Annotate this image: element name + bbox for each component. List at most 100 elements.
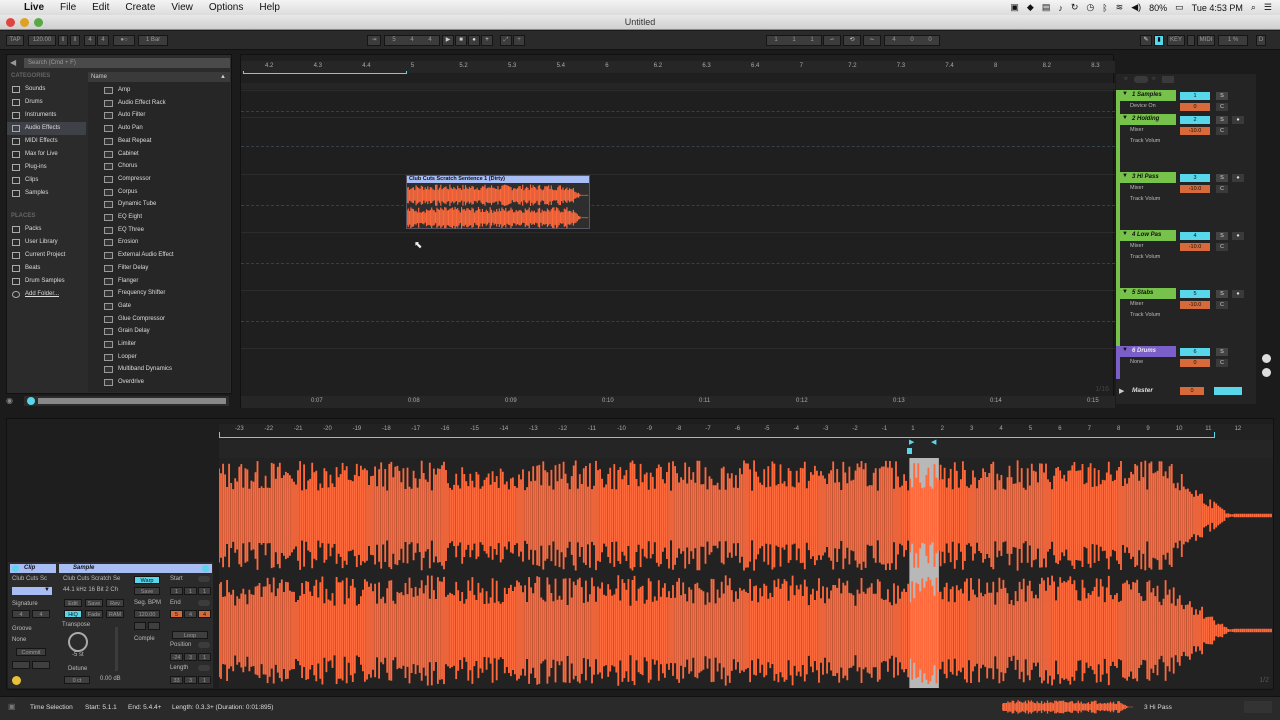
start-sixteenth[interactable]: 1 xyxy=(198,587,211,595)
track-fold-icon[interactable]: ▼ xyxy=(1122,289,1128,295)
device-item-eq-three[interactable]: EQ Three xyxy=(96,224,226,237)
device-item-dynamic-tube[interactable]: Dynamic Tube xyxy=(96,198,226,211)
list-icon[interactable]: ☰ xyxy=(1264,2,1272,13)
place-beats[interactable]: Beats xyxy=(7,262,86,275)
device-item-glue-compressor[interactable]: Glue Compressor xyxy=(96,313,226,326)
device-chooser[interactable]: Mixer xyxy=(1120,183,1176,194)
crossfade-button[interactable]: C xyxy=(1216,359,1228,367)
solo-button[interactable]: S xyxy=(1216,290,1228,298)
commit-button[interactable]: Commit xyxy=(16,648,46,656)
track-volume[interactable]: -10.0 xyxy=(1180,301,1210,309)
edit-button[interactable]: Edit xyxy=(64,599,82,607)
sample-section-header[interactable]: Sample xyxy=(59,564,212,573)
device-item-amp[interactable]: Amp xyxy=(96,84,226,97)
clip-nudge-right[interactable] xyxy=(32,661,50,669)
master-expand-icon[interactable]: ▶ xyxy=(1119,387,1124,395)
device-item-gate[interactable]: Gate xyxy=(96,300,226,313)
device-item-corpus[interactable]: Corpus xyxy=(96,186,226,199)
track-volume[interactable]: 0 xyxy=(1180,359,1210,367)
track-activator[interactable]: 3 xyxy=(1180,174,1210,182)
warp-mode-select[interactable]: Comple xyxy=(134,636,155,642)
sync-icon[interactable]: ↻ xyxy=(1071,2,1079,13)
quantization-select[interactable]: 1 Bar xyxy=(138,35,168,46)
reenable-automation-icon[interactable]: + xyxy=(513,35,525,46)
sample-info-icon[interactable] xyxy=(202,565,209,572)
device-chooser[interactable]: None xyxy=(1120,357,1176,368)
time-ruler[interactable]: 0:07 0:08 0:09 0:10 0:11 0:12 0:13 0:14 0:15 xyxy=(241,396,1115,408)
clip-nudge-left[interactable] xyxy=(12,661,30,669)
length-bar[interactable]: 33 xyxy=(170,676,183,684)
browser-search-input[interactable]: Search (Cmd + F) xyxy=(24,58,230,68)
name-column-header[interactable]: Name ▲ xyxy=(88,72,230,82)
warp-marker-lane[interactable] xyxy=(219,440,1273,458)
device-chooser[interactable]: Mixer xyxy=(1120,299,1176,310)
master-volume[interactable]: 0 xyxy=(1180,387,1204,395)
place-drum-samples[interactable]: Drum Samples xyxy=(7,275,86,288)
device-item-external-audio-effect[interactable]: External Audio Effect xyxy=(96,249,226,262)
play-icon[interactable]: ▶ xyxy=(442,35,454,46)
clock[interactable]: Tue 4:53 PM xyxy=(1192,3,1243,13)
start-beat[interactable]: 1 xyxy=(184,587,197,595)
zoom-out-icon[interactable] xyxy=(1262,368,1271,377)
menu-help[interactable]: Help xyxy=(251,0,288,15)
double-tempo-button[interactable] xyxy=(148,622,160,630)
category-plug-ins[interactable]: Plug-ins xyxy=(7,161,86,174)
category-instruments[interactable]: Instruments xyxy=(7,109,86,122)
clip-title[interactable]: Club Cuts Scratch Sentence 1 (Dirty) xyxy=(407,176,589,183)
info-view-icon[interactable]: ▣ xyxy=(8,702,18,712)
category-samples[interactable]: Samples xyxy=(7,187,86,200)
menu-edit[interactable]: Edit xyxy=(84,0,117,15)
dropbox-icon[interactable]: ◆ xyxy=(1027,2,1034,13)
solo-button[interactable]: S xyxy=(1216,232,1228,240)
io-toggle-icon[interactable]: ○ xyxy=(1152,76,1156,82)
device-item-filter-delay[interactable]: Filter Delay xyxy=(96,262,226,275)
category-sounds[interactable]: Sounds xyxy=(7,83,86,96)
clip-name-field[interactable]: Club Cuts Sc xyxy=(12,576,47,582)
track-header-4[interactable]: 4 Low Pas Mixer Track Volum ▼ xyxy=(1116,230,1176,288)
track-name[interactable]: 2 Holding xyxy=(1120,114,1176,125)
track-fold-icon[interactable]: ▼ xyxy=(1122,91,1128,97)
metronome-icon[interactable]: ●○ xyxy=(113,35,135,46)
crossfade-button[interactable]: C xyxy=(1216,185,1228,193)
audio-clip[interactable]: Club Cuts Scratch Sentence 1 (Dirty) xyxy=(406,175,590,229)
zoom-window-icon[interactable] xyxy=(34,18,43,27)
nudge-icon[interactable]: ‖ xyxy=(58,35,68,46)
parameter-chooser[interactable]: Track Volum xyxy=(1120,310,1176,321)
time-machine-icon[interactable]: ◷ xyxy=(1086,2,1094,13)
category-audio-effects[interactable]: Audio Effects xyxy=(7,122,86,135)
track-header-2[interactable]: 2 Holding Mixer Track Volum ▼ xyxy=(1116,114,1176,172)
warp-button[interactable]: Warp xyxy=(134,576,160,584)
detune-field[interactable]: 0 ct xyxy=(64,676,90,684)
arm-record-icon[interactable]: ● xyxy=(1232,116,1244,124)
device-item-grain-delay[interactable]: Grain Delay xyxy=(96,325,226,338)
solo-button[interactable]: S xyxy=(1216,116,1228,124)
device-item-limiter[interactable]: Limiter xyxy=(96,338,226,351)
preview-waveform[interactable] xyxy=(38,398,226,404)
sends-toggle[interactable] xyxy=(1162,76,1174,83)
arm-record-icon[interactable]: ● xyxy=(1232,174,1244,182)
device-item-chorus[interactable]: Chorus xyxy=(96,160,226,173)
length-sixteenth[interactable]: 1 xyxy=(198,676,211,684)
nudge-up-icon[interactable]: ‖ xyxy=(70,35,80,46)
bell-icon[interactable]: ♪ xyxy=(1058,3,1063,13)
groove-select[interactable]: None xyxy=(12,637,26,643)
track-name[interactable]: 4 Low Pas xyxy=(1120,230,1176,241)
track-name[interactable]: 1 Samples xyxy=(1120,90,1176,101)
computer-keyboard-icon[interactable]: ▮ xyxy=(1154,35,1164,46)
device-item-eq-eight[interactable]: EQ Eight xyxy=(96,211,226,224)
arm-record-icon[interactable]: ● xyxy=(1232,290,1244,298)
search-icon[interactable]: ⌕ xyxy=(1251,2,1256,13)
menu-create[interactable]: Create xyxy=(117,0,163,15)
overview-toggle[interactable] xyxy=(1134,76,1148,83)
device-item-looper[interactable]: Looper xyxy=(96,351,226,364)
track-activator[interactable]: 6 xyxy=(1180,348,1210,356)
clip-loop-brace[interactable] xyxy=(219,432,1215,438)
seg-bpm-field[interactable]: 120.00 xyxy=(134,610,160,618)
end-sixteenth[interactable]: 4 xyxy=(198,610,211,618)
track-name[interactable]: 5 Stabs xyxy=(1120,288,1176,299)
track-volume[interactable]: -10.0 xyxy=(1180,127,1210,135)
loop-start[interactable]: 1 1 1 xyxy=(766,35,822,46)
device-item-compressor[interactable]: Compressor xyxy=(96,173,226,186)
solo-button[interactable]: S xyxy=(1216,174,1228,182)
clip-sig-numerator[interactable]: 4 xyxy=(12,610,30,618)
